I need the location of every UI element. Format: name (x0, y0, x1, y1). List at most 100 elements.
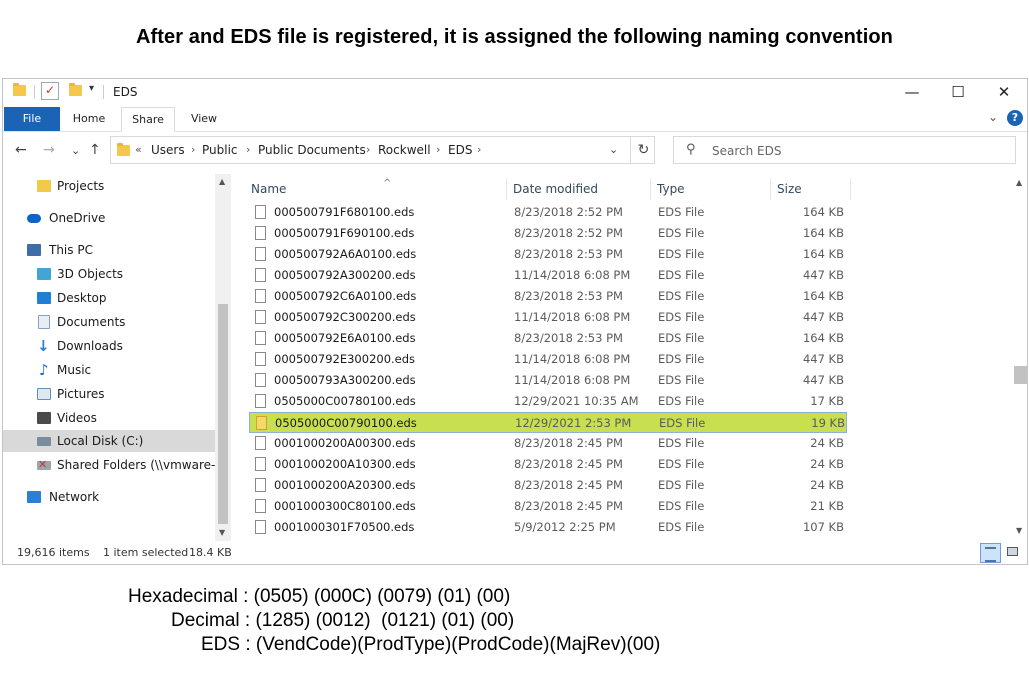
file-icon (255, 268, 266, 282)
file-date-modified: 8/23/2018 2:53 PM (514, 331, 623, 345)
sidebar-item-videos[interactable]: Videos (3, 407, 215, 429)
column-header-size[interactable]: Size (771, 178, 851, 200)
file-row[interactable]: 000500793A300200.eds 11/14/2018 6:08 PM ED… (249, 370, 847, 391)
breadcrumb-overflow-icon[interactable]: « (135, 143, 142, 156)
column-header-type[interactable]: Type (651, 178, 771, 200)
address-history-dropdown-icon[interactable]: ⌄ (609, 143, 618, 156)
file-row[interactable]: 0001000300C80100.eds 8/23/2018 2:45 PM EDS… (249, 496, 847, 517)
breadcrumb-users[interactable]: Users (151, 143, 185, 157)
file-date-modified: 5/9/2012 2:25 PM (514, 520, 616, 534)
file-row[interactable]: 0001000200A20300.eds 8/23/2018 2:45 PM EDS… (249, 475, 847, 496)
file-row[interactable]: 000500792A6A0100.eds 8/23/2018 2:53 PM EDS… (249, 244, 847, 265)
file-size: 24 KB (810, 436, 844, 450)
file-date-modified: 8/23/2018 2:52 PM (514, 226, 623, 240)
drive-icon (37, 437, 51, 446)
close-button[interactable]: ✕ (981, 79, 1027, 105)
help-icon[interactable]: ? (1007, 110, 1023, 126)
sidebar-item-pictures[interactable]: Pictures (3, 383, 215, 405)
file-row[interactable]: 000500791F680100.eds 8/23/2018 2:52 PM EDS… (249, 202, 847, 223)
ribbon-expand-chevron-icon[interactable]: ⌄ (988, 110, 998, 124)
properties-check-icon[interactable] (41, 82, 59, 100)
file-name: 000500792A6A0100.eds (274, 247, 417, 261)
recent-locations-chevron-icon[interactable]: ⌄ (71, 144, 80, 157)
tab-home[interactable]: Home (69, 107, 109, 131)
file-list-scrollbar[interactable]: ▲ ▼ (1012, 174, 1027, 541)
file-size: 164 KB (802, 289, 844, 303)
tab-share[interactable]: Share (121, 107, 175, 132)
large-icons-view-icon (1007, 547, 1018, 556)
file-row[interactable]: 0001000200A00300.eds 8/23/2018 2:45 PM EDS… (249, 433, 847, 454)
file-row[interactable]: 000500792C6A0100.eds 8/23/2018 2:53 PM EDS… (249, 286, 847, 307)
scroll-up-icon[interactable]: ▲ (1016, 178, 1022, 187)
minimize-button[interactable]: — (889, 79, 935, 105)
sidebar-scroll-thumb[interactable] (218, 304, 228, 524)
quick-access-dropdown-icon[interactable]: ▾ (89, 83, 94, 94)
window-title: EDS (113, 85, 138, 99)
column-header-name[interactable]: Name ^ (245, 178, 507, 200)
sidebar-item-label: OneDrive (49, 211, 106, 225)
sidebar-item-documents[interactable]: Documents (3, 311, 215, 333)
sidebar-item-music[interactable]: ♪ Music (3, 359, 215, 381)
file-list-scroll-thumb[interactable] (1014, 366, 1027, 384)
sidebar-item-label: Downloads (57, 339, 123, 353)
breadcrumb-eds[interactable]: EDS (448, 143, 472, 157)
breadcrumb-separator[interactable]: › (191, 143, 195, 156)
file-row[interactable]: 0505000C00780100.eds 12/29/2021 10:35 AM E… (249, 391, 847, 412)
sidebar-item-downloads[interactable]: ↓ Downloads (3, 335, 215, 357)
page-heading: After and EDS file is registered, it is … (135, 26, 893, 48)
sidebar-item-network[interactable]: Network (3, 486, 215, 508)
file-row[interactable]: 000500792C300200.eds 11/14/2018 6:08 PM ED… (249, 307, 847, 328)
file-row[interactable]: 0505000C00790100.eds 12/29/2021 2:53 PM ED… (249, 412, 847, 433)
search-box[interactable]: ⚲ (673, 136, 1016, 164)
sidebar-item-projects[interactable]: Projects (3, 175, 215, 197)
breadcrumb-rockwell[interactable]: Rockwell (378, 143, 431, 157)
file-row[interactable]: 000500792E6A0100.eds 8/23/2018 2:53 PM EDS… (249, 328, 847, 349)
breadcrumb-separator[interactable]: › (436, 143, 440, 156)
breadcrumb-public-documents[interactable]: Public Documents (258, 143, 366, 157)
file-size: 164 KB (802, 205, 844, 219)
file-row[interactable]: 0001000200A10300.eds 8/23/2018 2:45 PM EDS… (249, 454, 847, 475)
breadcrumb-public[interactable]: Public (202, 143, 238, 157)
navigation-bar: ← → ⌄ ↑ « Users › Public › Public Docume… (3, 136, 1027, 166)
forward-arrow-icon[interactable]: → (43, 142, 55, 158)
refresh-icon[interactable]: ↻ (630, 137, 656, 163)
scroll-down-icon[interactable]: ▼ (219, 528, 225, 537)
tab-view[interactable]: View (183, 107, 225, 131)
file-row[interactable]: 000500792E300200.eds 11/14/2018 6:08 PM ED… (249, 349, 847, 370)
breadcrumb-separator[interactable]: › (246, 143, 250, 156)
breadcrumb-separator[interactable]: › (366, 143, 370, 156)
sidebar-item-desktop[interactable]: Desktop (3, 287, 215, 309)
sort-ascending-icon: ^ (383, 178, 392, 189)
scroll-down-icon[interactable]: ▼ (1016, 526, 1022, 535)
sidebar-item-local-disk[interactable]: Local Disk (C:) (3, 430, 215, 452)
file-row[interactable]: 0001000301F70500.eds 5/9/2012 2:25 PM EDS … (249, 517, 847, 538)
breadcrumb-separator[interactable]: › (477, 143, 481, 156)
up-arrow-icon[interactable]: ↑ (89, 142, 101, 158)
file-row[interactable]: 000500791F690100.eds 8/23/2018 2:52 PM EDS… (249, 223, 847, 244)
disconnected-x-icon: ✕ (38, 458, 48, 471)
large-icons-view-button[interactable] (1002, 543, 1023, 563)
sidebar-scrollbar[interactable]: ▲ ▼ (215, 174, 231, 541)
details-view-button[interactable] (980, 543, 1001, 563)
file-name: 000500792A300200.eds (274, 268, 416, 282)
file-date-modified: 12/29/2021 10:35 AM (514, 394, 639, 408)
file-row[interactable]: 000500792A300200.eds 11/14/2018 6:08 PM ED… (249, 265, 847, 286)
sidebar-item-onedrive[interactable]: OneDrive (3, 207, 215, 229)
sidebar-item-label: Shared Folders (\\vmware-ho (57, 458, 215, 472)
file-type: EDS File (659, 416, 706, 430)
scroll-up-icon[interactable]: ▲ (219, 177, 225, 186)
sidebar-item-3d-objects[interactable]: 3D Objects (3, 263, 215, 285)
maximize-button[interactable]: ☐ (935, 79, 981, 105)
sidebar-item-this-pc[interactable]: This PC (3, 239, 215, 261)
file-name: 0001000200A10300.eds (274, 457, 416, 471)
folder-icon (117, 143, 130, 159)
file-type: EDS File (658, 310, 705, 324)
file-size: 164 KB (802, 331, 844, 345)
address-bar[interactable]: « Users › Public › Public Documents › Ro… (110, 136, 655, 164)
column-header-date[interactable]: Date modified (507, 178, 651, 200)
tab-file[interactable]: File (4, 107, 60, 131)
sidebar-item-shared-folders[interactable]: ✕ Shared Folders (\\vmware-ho (3, 454, 215, 476)
search-input[interactable] (710, 141, 1004, 161)
new-folder-icon[interactable] (69, 83, 82, 99)
back-arrow-icon[interactable]: ← (15, 142, 27, 158)
